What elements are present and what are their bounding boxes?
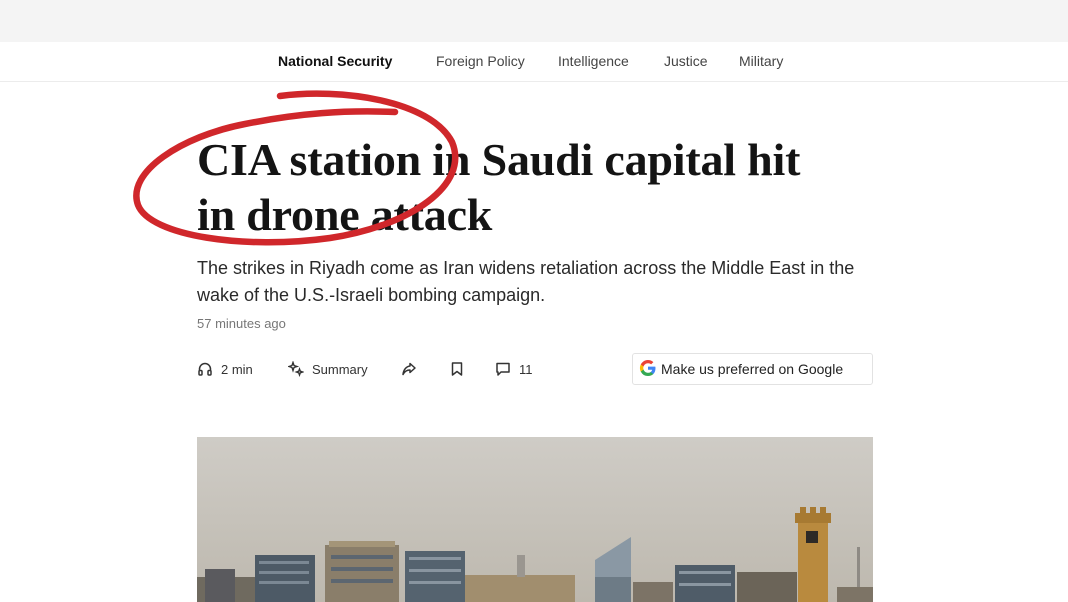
top-bar — [0, 0, 1068, 42]
subnav-item-intelligence[interactable]: Intelligence — [558, 53, 629, 69]
summary-label: Summary — [312, 361, 368, 377]
listen-button[interactable]: 2 min — [197, 361, 253, 377]
article-headline: CIA station in Saudi capital hit in dron… — [197, 132, 877, 242]
share-button[interactable] — [401, 361, 417, 377]
summary-button[interactable]: Summary — [288, 361, 368, 377]
subnav-item-foreign-policy[interactable]: Foreign Policy — [436, 53, 525, 69]
comment-icon — [495, 361, 511, 377]
preferred-on-google-button[interactable]: Make us preferred on Google — [632, 353, 873, 385]
listen-duration: 2 min — [221, 361, 253, 377]
timestamp: 57 minutes ago — [197, 316, 286, 331]
lead-photo-riyadh-skyline — [197, 437, 873, 602]
headline-line-1: CIA station in Saudi capital hit — [197, 134, 801, 185]
article-actions-bar: 2 min Summary 11 Make us preferred on Go… — [197, 352, 873, 388]
headline-line-2: in drone attack — [197, 189, 493, 240]
skyline-illustration — [197, 437, 873, 602]
google-button-label: Make us preferred on Google — [661, 361, 844, 377]
section-subnav: National Security Foreign Policy Intelli… — [0, 42, 1068, 82]
bookmark-button[interactable] — [449, 361, 465, 377]
article-dek: The strikes in Riyadh come as Iran widen… — [197, 258, 855, 305]
subnav-item-justice[interactable]: Justice — [664, 53, 708, 69]
subnav-item-national-security[interactable]: National Security — [278, 53, 392, 69]
comments-count: 11 — [519, 361, 533, 377]
bookmark-icon — [449, 361, 465, 377]
google-g-icon — [639, 359, 657, 380]
share-icon — [401, 361, 417, 377]
subnav-item-military[interactable]: Military — [739, 53, 783, 69]
comments-button[interactable]: 11 — [495, 361, 533, 377]
sparkle-icon — [288, 361, 304, 377]
headphones-icon — [197, 361, 213, 377]
